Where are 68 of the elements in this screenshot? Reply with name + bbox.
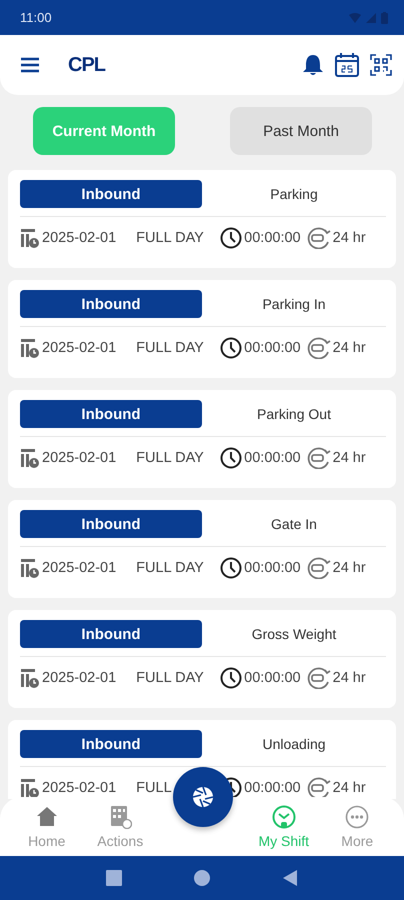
menu-icon[interactable] bbox=[20, 57, 40, 73]
shift-duration: 24 hr bbox=[332, 560, 366, 576]
clock-icon bbox=[220, 667, 242, 689]
shift-time: 00:00:00 bbox=[244, 780, 301, 796]
shift-card[interactable]: Inbound Parking 2025-02-01 FULL DAY 00:00:00 24 hr bbox=[8, 170, 396, 268]
shift-duration: 24 hr bbox=[332, 780, 366, 796]
shift-card[interactable]: Inbound Gate In 2025-02-01 FULL DAY 00:00:00 24 hr bbox=[8, 500, 396, 598]
shift-card[interactable]: Inbound Unloading 2025-02-01 FULL 00:00:00 24 hr bbox=[8, 720, 396, 799]
shift-date: 2025-02-01 bbox=[42, 780, 116, 796]
calendar-clock-icon bbox=[20, 228, 40, 248]
shift-date: 2025-02-01 bbox=[42, 340, 116, 356]
shift-date: 2025-02-01 bbox=[42, 450, 116, 466]
battery-icon bbox=[381, 12, 388, 24]
calendar-clock-icon bbox=[20, 338, 40, 358]
aperture-icon bbox=[192, 786, 214, 808]
wifi-icon bbox=[349, 12, 361, 22]
home-icon[interactable] bbox=[34, 804, 59, 828]
clock-icon bbox=[220, 447, 242, 469]
direction-badge: Inbound bbox=[20, 400, 202, 428]
shift-duration: 24 hr bbox=[332, 450, 366, 466]
back-icon[interactable] bbox=[282, 870, 298, 886]
shift-date: 2025-02-01 bbox=[42, 670, 116, 686]
clock-icon bbox=[220, 227, 242, 249]
building-icon[interactable] bbox=[108, 804, 132, 828]
bell-icon[interactable] bbox=[302, 53, 324, 77]
shift-time: 00:00:00 bbox=[244, 230, 301, 246]
direction-badge: Inbound bbox=[20, 290, 202, 318]
calendar-clock-icon bbox=[20, 668, 40, 688]
location-label: Parking In bbox=[261, 296, 327, 312]
status-time: 11:00 bbox=[20, 10, 52, 25]
shift-time: 00:00:00 bbox=[244, 450, 301, 466]
location-label: Unloading bbox=[261, 736, 327, 752]
shift-card[interactable]: Inbound Parking Out 2025-02-01 FULL DAY 00:00:00 24 hr bbox=[8, 390, 396, 488]
period-tab[interactable]: Past Month bbox=[230, 107, 372, 155]
home-circle-icon[interactable] bbox=[194, 870, 210, 886]
location-label: Parking bbox=[269, 186, 319, 202]
location-label: Gate In bbox=[270, 516, 318, 532]
shift-date: 2025-02-01 bbox=[42, 560, 116, 576]
clock-icon bbox=[220, 557, 242, 579]
shift-type: FULL DAY bbox=[136, 560, 205, 576]
calendar-icon[interactable] bbox=[334, 52, 360, 78]
shift-type: FULL DAY bbox=[136, 670, 205, 686]
direction-badge: Inbound bbox=[20, 180, 202, 208]
location-label: Parking Out bbox=[256, 406, 332, 422]
shift-card[interactable]: Inbound Gross Weight 2025-02-01 FULL DAY 00:00:00 24 hr bbox=[8, 610, 396, 708]
shift-time: 00:00:00 bbox=[244, 560, 301, 576]
shift-type: FULL DAY bbox=[136, 450, 205, 466]
location-label: Gross Weight bbox=[250, 626, 338, 642]
clock-icon bbox=[220, 337, 242, 359]
shift-card[interactable]: Inbound Parking In 2025-02-01 FULL DAY 00:00:00 24 hr bbox=[8, 280, 396, 378]
shift-duration: 24 hr bbox=[332, 340, 366, 356]
shift-duration: 24 hr bbox=[332, 670, 366, 686]
direction-badge: Inbound bbox=[20, 730, 202, 758]
direction-badge: Inbound bbox=[20, 620, 202, 648]
shift-duration: 24 hr bbox=[332, 230, 366, 246]
signal-icon bbox=[366, 12, 376, 22]
shift-type: FULL DAY bbox=[136, 230, 205, 246]
shift-date: 2025-02-01 bbox=[42, 230, 116, 246]
calendar-clock-icon bbox=[20, 558, 40, 578]
app-logo: CPL bbox=[68, 54, 105, 76]
shift-type: FULL bbox=[136, 780, 173, 796]
qr-scan-icon[interactable] bbox=[370, 54, 392, 76]
shift-type: FULL DAY bbox=[136, 340, 205, 356]
shift-time: 00:00:00 bbox=[244, 340, 301, 356]
direction-badge: Inbound bbox=[20, 510, 202, 538]
shift-time: 00:00:00 bbox=[244, 670, 301, 686]
calendar-clock-icon bbox=[20, 448, 40, 468]
more-icon[interactable] bbox=[345, 804, 370, 828]
